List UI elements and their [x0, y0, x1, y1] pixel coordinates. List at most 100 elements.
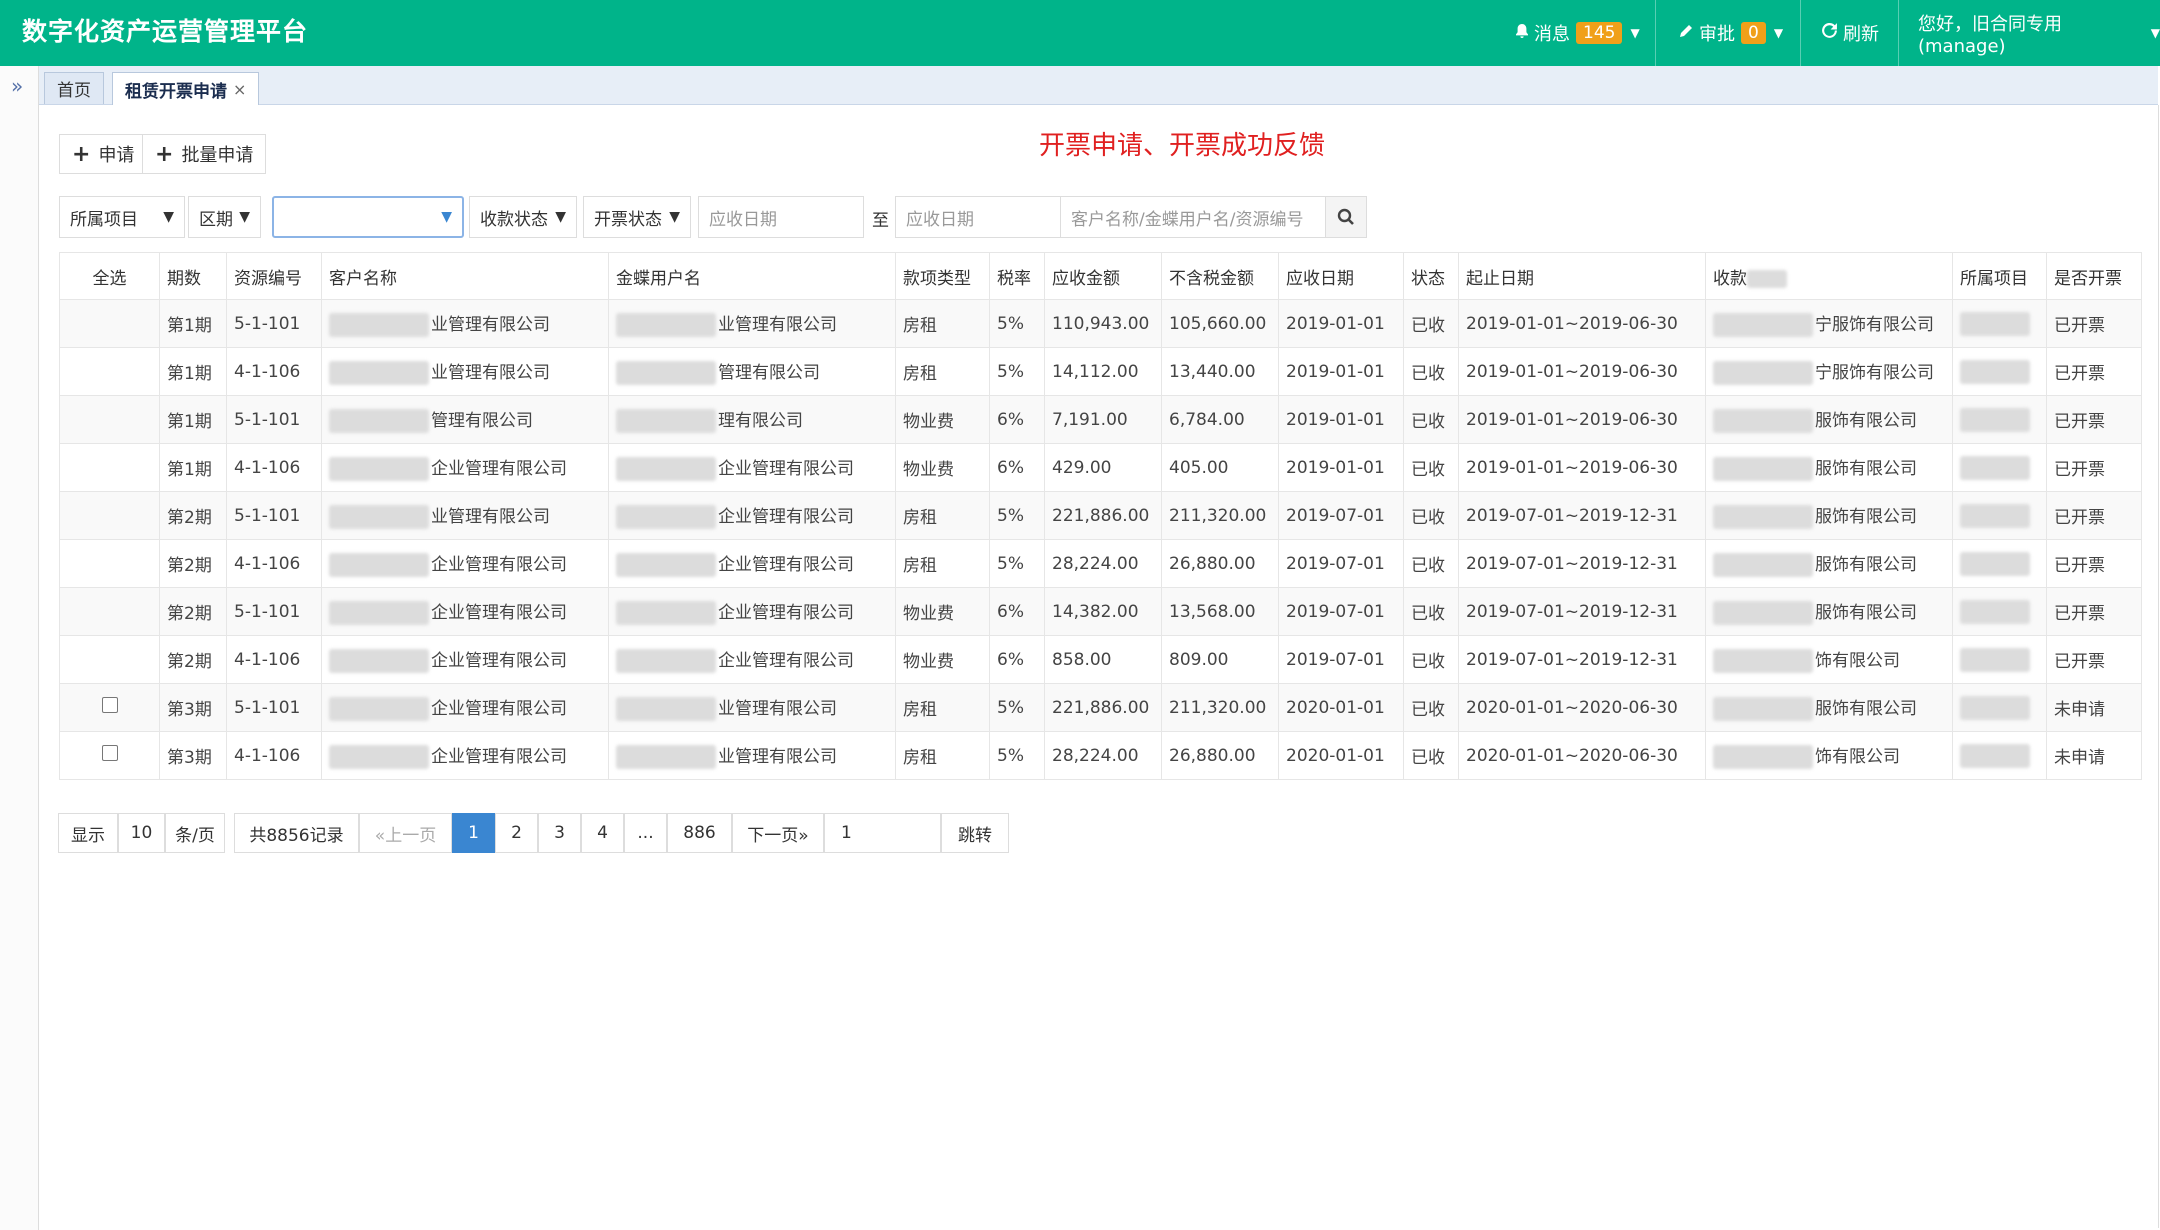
table-row: 第3期 4-1-106 企业管理有限公司 业管理有限公司 房租 5% 28,224.00 26…	[59, 731, 2142, 780]
period-select[interactable]: 区期 ▼	[188, 196, 261, 238]
net-amount-cell: 405.00	[1161, 443, 1279, 492]
customer-name-cell: 管理有限公司	[321, 395, 609, 444]
payment-type-cell: 房租	[895, 731, 990, 780]
redacted-block	[616, 601, 716, 625]
payment-type-cell: 物业费	[895, 395, 990, 444]
table-row: 第3期 5-1-101 企业管理有限公司 业管理有限公司 房租 5% 221,886.00 2…	[59, 683, 2142, 732]
row-checkbox[interactable]	[101, 697, 118, 713]
row-select-cell	[59, 587, 160, 636]
due-date-from-input[interactable]: 应收日期	[698, 196, 864, 238]
chevron-down-icon: ▼	[2150, 26, 2160, 40]
tab-home[interactable]: 首页	[44, 72, 104, 104]
redacted-block	[1960, 407, 2030, 432]
redacted-block	[329, 601, 429, 625]
status-cell: 已收	[1403, 587, 1459, 636]
close-icon[interactable]: ×	[233, 80, 246, 99]
keyword-search-input[interactable]: 客户名称/金蝶用户名/资源编号	[1060, 196, 1326, 238]
period-cell: 第3期	[159, 683, 227, 732]
app-title: 数字化资产运营管理平台	[22, 17, 309, 46]
plus-icon: +	[72, 141, 91, 167]
jump-page-input[interactable]: 1	[824, 813, 941, 853]
payee-cell: 服饰有限公司	[1705, 491, 1953, 540]
project-cell	[1952, 491, 2047, 540]
invoice-status-label: 开票状态	[594, 209, 662, 230]
row-select-cell[interactable]	[59, 683, 160, 732]
redacted-block	[1713, 601, 1813, 625]
page-4-button[interactable]: 4	[581, 813, 624, 853]
col-header: 金蝶用户名	[608, 252, 896, 300]
prev-page-button[interactable]: «上一页	[359, 813, 452, 853]
tax-rate-cell: 5%	[989, 299, 1045, 348]
payment-type-cell: 房租	[895, 347, 990, 396]
user-greeting: 您好，旧合同专用(manage)	[1918, 13, 2062, 57]
chevron-down-icon: ▼	[1773, 26, 1784, 40]
user-menu[interactable]: 您好，旧合同专用(manage) ▼	[1918, 0, 2160, 66]
page-3-button[interactable]: 3	[538, 813, 581, 853]
tab-lease-invoice-application[interactable]: 租赁开票申请 ×	[112, 72, 260, 105]
redacted-block	[329, 697, 429, 721]
jump-button[interactable]: 跳转	[941, 813, 1009, 853]
receivable-amount-cell: 28,224.00	[1044, 539, 1162, 588]
customer-name-cell-text: 企业管理有限公司	[431, 699, 567, 719]
kingdee-user-cell-text: 企业管理有限公司	[718, 603, 854, 623]
payee-cell: 饰有限公司	[1705, 731, 1953, 780]
status-cell: 已收	[1403, 491, 1459, 540]
due-date-cell: 2019-01-01	[1278, 299, 1404, 348]
customer-name-cell-text: 业管理有限公司	[431, 315, 550, 335]
project-select[interactable]: 所属项目 ▼	[59, 196, 185, 238]
page-886-button[interactable]: 886	[667, 813, 732, 853]
collection-status-select[interactable]: 收款状态 ▼	[469, 196, 577, 238]
customer-name-cell: 业管理有限公司	[321, 299, 609, 348]
col-header: 应收日期	[1278, 252, 1404, 300]
chevron-down-icon: ▼	[441, 209, 452, 225]
invoice-status-cell: 未申请	[2046, 731, 2142, 780]
tax-rate-cell: 6%	[989, 587, 1045, 636]
tax-rate-cell: 6%	[989, 395, 1045, 444]
redacted-block	[1960, 455, 2030, 480]
status-cell: 已收	[1403, 395, 1459, 444]
period-value-select[interactable]: ▼	[272, 196, 464, 238]
payee-cell-text: 饰有限公司	[1815, 747, 1900, 767]
messages-menu[interactable]: 消息 145 ▼	[1515, 0, 1640, 66]
redacted-block	[1713, 313, 1813, 337]
redacted-block	[1960, 311, 2030, 336]
customer-name-cell-text: 企业管理有限公司	[431, 555, 567, 575]
kingdee-user-cell-text: 业管理有限公司	[718, 315, 837, 335]
row-select-cell	[59, 443, 160, 492]
date-range-cell: 2019-01-01~2019-06-30	[1458, 443, 1706, 492]
apply-button[interactable]: + 申请	[59, 134, 148, 174]
next-page-button[interactable]: 下一页»	[732, 813, 824, 853]
page-size-input[interactable]: 10	[118, 813, 165, 853]
refresh-button[interactable]: 刷新	[1821, 0, 1879, 66]
due-date-cell: 2019-01-01	[1278, 347, 1404, 396]
date-range-cell: 2019-01-01~2019-06-30	[1458, 395, 1706, 444]
payee-cell-text: 服饰有限公司	[1815, 555, 1917, 575]
customer-name-cell: 业管理有限公司	[321, 491, 609, 540]
invoice-status-select[interactable]: 开票状态 ▼	[583, 196, 691, 238]
batch-apply-button[interactable]: + 批量申请	[142, 134, 267, 174]
payee-cell-text: 服饰有限公司	[1815, 603, 1917, 623]
date-range-to-label: 至	[872, 211, 889, 231]
expand-sidebar-icon[interactable]: »	[11, 74, 23, 98]
redacted-block	[616, 505, 716, 529]
project-cell	[1952, 683, 2047, 732]
search-button[interactable]	[1325, 196, 1367, 238]
period-cell: 第3期	[159, 731, 227, 780]
page-2-button[interactable]: 2	[495, 813, 538, 853]
tax-rate-cell: 5%	[989, 683, 1045, 732]
redacted-block	[1713, 745, 1813, 769]
row-select-cell[interactable]	[59, 731, 160, 780]
page-1-button[interactable]: 1	[452, 813, 495, 853]
resource-id-cell: 5-1-101	[226, 299, 322, 348]
kingdee-user-cell-text: 理有限公司	[718, 411, 803, 431]
due-date-to-input[interactable]: 应收日期	[895, 196, 1061, 238]
select-all-link[interactable]: 全选	[59, 252, 160, 300]
table-row: 第2期 4-1-106 企业管理有限公司 企业管理有限公司 物业费 6% 858.00 809…	[59, 635, 2142, 684]
payee-cell-text: 饰有限公司	[1815, 651, 1900, 671]
search-icon	[1337, 208, 1354, 225]
row-checkbox[interactable]	[101, 745, 118, 761]
payee-cell: 服饰有限公司	[1705, 683, 1953, 732]
payee-cell-text: 服饰有限公司	[1815, 411, 1917, 431]
approval-menu[interactable]: 审批 0 ▼	[1678, 0, 1783, 66]
customer-name-cell: 企业管理有限公司	[321, 635, 609, 684]
